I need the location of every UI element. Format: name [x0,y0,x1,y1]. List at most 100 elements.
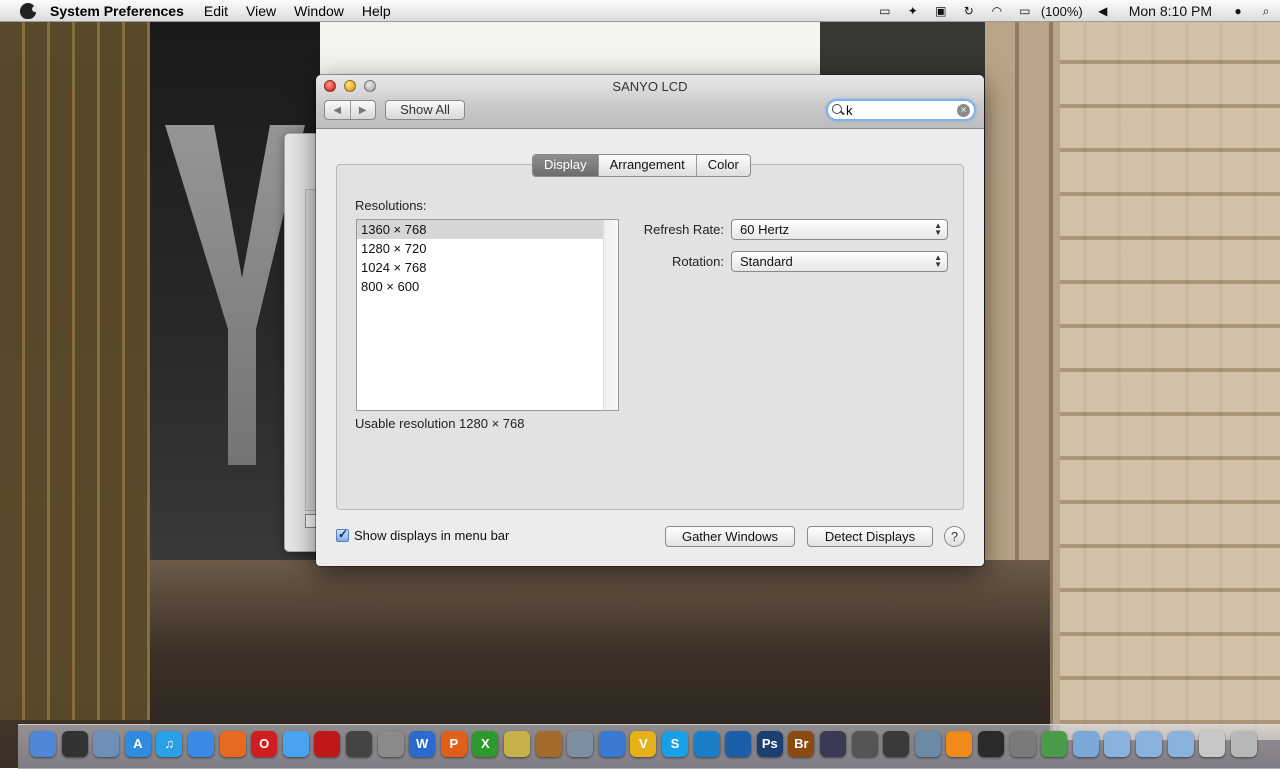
window-titlebar[interactable]: SANYO LCD ◀ ▶ Show All × [316,75,984,129]
powerpoint-icon[interactable]: P [440,731,467,757]
wallpaper-building-left [0,20,165,720]
resolution-item[interactable]: 1360 × 768 [357,220,606,239]
show-displays-checkbox[interactable] [336,527,349,542]
tab-display[interactable]: Display [533,155,598,176]
disk-utility-icon[interactable] [914,731,941,757]
ninja-icon[interactable] [978,731,1004,757]
apple-menu-icon[interactable] [20,2,38,19]
show-all-button[interactable]: Show All [385,100,465,120]
tab-arrangement[interactable]: Arrangement [597,155,696,176]
messages-icon[interactable] [282,731,309,757]
back-button[interactable]: ◀ [325,101,350,119]
wifi-icon[interactable]: ◠ [989,4,1005,18]
menu-clock[interactable]: Mon 8:10 PM [1129,3,1212,19]
tweetdeck-icon[interactable] [725,731,752,757]
battery-icon[interactable]: ▭ [1017,4,1033,18]
guitar-icon[interactable] [535,731,562,757]
refresh-rate-popup[interactable]: 60 Hertz ▲ ▼ [731,219,948,240]
wallpaper-street [150,560,1050,750]
rotation-label: Rotation: [671,254,724,269]
circle-app-icon[interactable] [693,731,720,757]
documents-folder-icon[interactable] [1104,731,1131,757]
skype-icon[interactable]: S [662,731,688,757]
menu-window[interactable]: Window [294,3,344,19]
photo-booth-icon[interactable] [314,731,341,757]
search-input[interactable] [846,102,956,118]
applications-folder-icon[interactable] [1072,731,1099,757]
rotation-popup[interactable]: Standard ▲ ▼ [731,251,948,272]
user-icon[interactable]: ● [1230,4,1246,18]
vlc-v-icon[interactable]: V [630,731,657,757]
gather-windows-button[interactable]: Gather Windows [665,526,795,547]
show-displays-option[interactable]: Show displays in menu bar [336,527,509,543]
menu-edit[interactable]: Edit [204,3,228,19]
camera-icon[interactable] [346,731,372,757]
wallpaper-sky [320,20,820,80]
network-icon[interactable] [883,731,910,757]
usable-resolution-text: Usable resolution 1280 × 768 [355,416,525,431]
resolution-item[interactable]: 1024 × 768 [357,258,606,277]
safari-icon[interactable] [188,731,214,757]
trash-icon[interactable] [1230,731,1257,757]
monitor-icon[interactable]: ▣ [933,4,949,18]
utility-icon[interactable] [504,731,530,757]
resolution-item[interactable]: 800 × 600 [357,277,606,296]
itunes-icon[interactable]: ♫ [156,731,183,757]
show-displays-label[interactable]: Show displays in menu bar [354,528,509,543]
tab-color[interactable]: Color [695,155,750,176]
final-cut-icon[interactable] [820,731,846,757]
tools-icon[interactable] [1009,731,1036,757]
preview-icon[interactable] [93,731,120,757]
menu-app-name[interactable]: System Preferences [50,3,184,19]
refresh-rate-label: Refresh Rate: [643,222,724,237]
search-field[interactable]: × [826,99,976,121]
display-mirror-icon[interactable]: ▭ [877,4,893,18]
resolutions-scrollbar[interactable] [603,220,618,410]
battery-percent[interactable]: (100%) [1041,4,1083,19]
clear-search-icon[interactable]: × [957,104,970,117]
resolutions-label: Resolutions: [355,198,427,213]
popup-arrows-icon: ▲ ▼ [934,221,942,237]
firefox-icon[interactable] [219,731,246,757]
display-preferences-window: SANYO LCD ◀ ▶ Show All × Display Arrange… [316,75,984,566]
detect-displays-button[interactable]: Detect Displays [807,526,933,547]
resolutions-list[interactable]: 1360 × 768 1280 × 720 1024 × 768 800 × 6… [356,219,619,411]
rotation-value: Standard [740,254,793,269]
volume-icon[interactable]: ◀ [1095,4,1111,18]
menu-view[interactable]: View [246,3,276,19]
app-icon[interactable] [1041,731,1068,757]
photoshop-icon[interactable]: Ps [756,731,783,757]
tab-bar: Display Arrangement Color [532,154,751,177]
wallpaper-building-right-facade [1060,20,1280,740]
word-icon[interactable]: W [409,731,436,757]
opera-icon[interactable]: O [251,731,278,757]
downloads-folder-icon[interactable] [1136,731,1162,757]
menu-help[interactable]: Help [362,3,391,19]
bridge-icon[interactable]: Br [788,731,815,757]
dock: A ♫ O W P X V S Ps Br [18,724,1280,769]
menu-bar: System Preferences Edit View Window Help… [0,0,1280,22]
forward-button[interactable]: ▶ [349,101,376,119]
twitter-icon[interactable]: ✦ [905,4,921,18]
vlc-icon[interactable] [946,731,973,757]
popup-arrows-icon: ▲ ▼ [934,253,942,269]
excel-icon[interactable]: X [472,731,499,757]
script-icon[interactable] [851,731,878,757]
screen-icon[interactable] [1199,731,1226,757]
back-forward-control: ◀ ▶ [324,100,376,120]
app-store-icon[interactable]: A [124,731,151,757]
spotlight-icon[interactable]: ⌕ [1258,4,1274,18]
folder-icon[interactable] [1167,731,1194,757]
window-title: SANYO LCD [612,79,688,94]
dvd-icon[interactable] [598,731,625,757]
search-icon [832,104,842,114]
sync-icon[interactable]: ↻ [961,4,977,18]
menu-extras: ▭ ✦ ▣ ↻ ◠ ▭ (100%) ◀ Mon 8:10 PM ● ⌕ [871,0,1280,22]
iphoto-icon[interactable] [567,731,594,757]
refresh-rate-value: 60 Hertz [740,222,790,237]
dashboard-icon[interactable] [61,731,88,757]
resolution-item[interactable]: 1280 × 720 [357,239,606,258]
finder-icon[interactable] [30,731,56,757]
help-button[interactable]: ? [944,526,965,547]
system-preferences-icon[interactable] [377,731,404,757]
